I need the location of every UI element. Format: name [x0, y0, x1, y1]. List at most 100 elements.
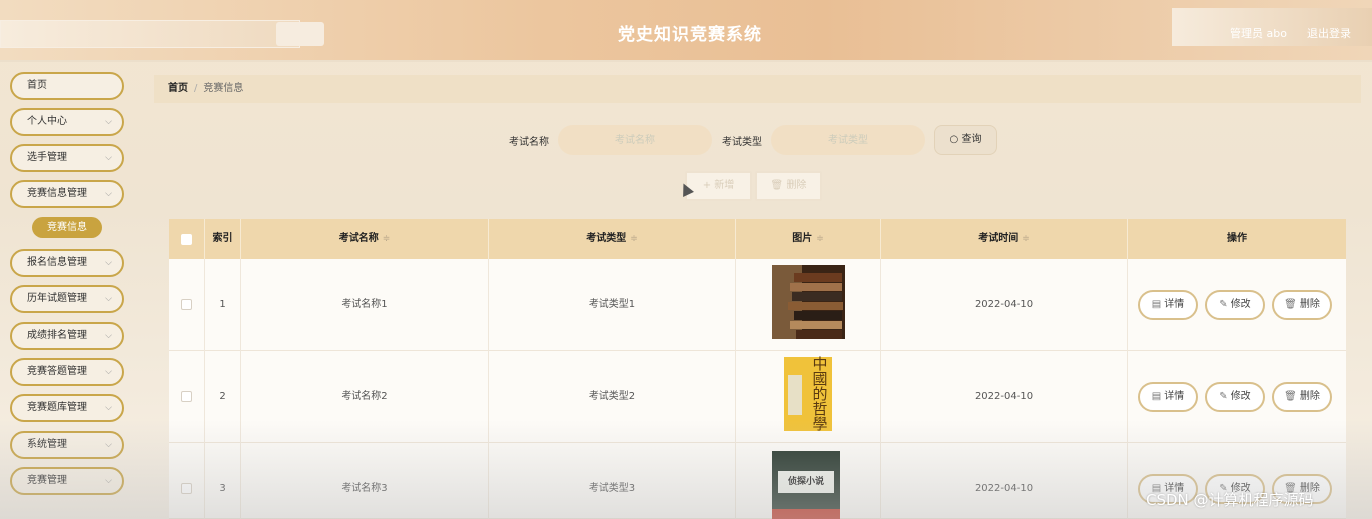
column-header-label: 考试时间: [978, 233, 1019, 244]
row-select-cell: [169, 259, 205, 351]
column-header-actions: 操作: [1128, 219, 1346, 259]
detail-button[interactable]: ▤ 详情: [1138, 382, 1198, 412]
sidebar-item-players[interactable]: 选手管理 ⌵: [10, 144, 124, 172]
sort-icon[interactable]: ≑: [816, 234, 824, 244]
exam-type-label: 考试类型: [722, 137, 762, 148]
exam-name-input[interactable]: [558, 125, 712, 155]
breadcrumb-home[interactable]: 首页: [168, 83, 188, 94]
app-title: 党史知识竞赛系统: [618, 25, 762, 45]
column-header-time[interactable]: 考试时间 ≑: [881, 219, 1128, 259]
search-button-label: 查询: [961, 134, 982, 145]
current-user: 管理员 abo: [1230, 27, 1287, 40]
edit-button[interactable]: ✎ 修改: [1205, 290, 1265, 320]
row-actions: ▤ 详情 ✎ 修改 🗑 删除: [1128, 351, 1346, 443]
sidebar-item-past-questions[interactable]: 历年试题管理 ⌵: [10, 285, 124, 313]
edit-button[interactable]: ✎ 修改: [1205, 382, 1265, 412]
chevron-down-icon: ⌵: [105, 476, 112, 486]
sidebar-item-registration[interactable]: 报名信息管理 ⌵: [10, 249, 124, 277]
row-image-cell: 中國的哲學: [736, 351, 881, 443]
sidebar-item-label: 成绩排名管理: [27, 330, 87, 341]
chevron-down-icon: ⌵: [105, 403, 112, 413]
chevron-down-icon: ⌵: [105, 331, 112, 341]
row-exam-time: 2022-04-10: [881, 259, 1128, 351]
chevron-down-icon: ⌵: [105, 367, 112, 377]
book-title-text: 中國的哲學: [812, 355, 828, 433]
row-select-cell: [169, 351, 205, 443]
search-icon: ○: [949, 134, 959, 145]
row-exam-type: 考试类型1: [489, 259, 736, 351]
column-header-label: 考试名称: [338, 233, 379, 244]
header-select-all: [169, 219, 205, 259]
document-icon: ▤: [1151, 299, 1162, 310]
breadcrumb: 首页 / 竞赛信息: [154, 75, 1361, 103]
logout-link[interactable]: 退出登录: [1307, 25, 1351, 41]
stacked-books-image[interactable]: [772, 265, 845, 339]
delete-button[interactable]: 🗑 删除: [1272, 290, 1332, 320]
document-icon: ▤: [1151, 391, 1162, 402]
chevron-down-icon: ⌵: [105, 153, 112, 163]
row-image-cell: [736, 259, 881, 351]
column-header-index: 索引: [205, 219, 241, 259]
sidebar-item-home[interactable]: 首页: [10, 72, 124, 100]
row-exam-name: 考试名称2: [241, 351, 489, 443]
sort-icon[interactable]: ≑: [383, 234, 391, 244]
batch-delete-label: 删除: [786, 180, 807, 191]
sidebar-item-system[interactable]: 系统管理 ⌵: [10, 431, 124, 459]
table-row: 1 考试名称1 考试类型1 2022-04-10 ▤ 详情 ✎ 修改 🗑 删除: [169, 259, 1346, 351]
sidebar-item-label: 个人中心: [27, 116, 67, 127]
pencil-icon: ✎: [1219, 299, 1228, 310]
sidebar-item-question-bank[interactable]: 竞赛题库管理 ⌵: [10, 394, 124, 422]
row-exam-type: 考试类型3: [489, 443, 736, 519]
detail-label: 详情: [1164, 391, 1185, 402]
chinese-philosophy-book-image[interactable]: 中國的哲學: [784, 355, 832, 433]
sidebar-item-label: 报名信息管理: [27, 257, 87, 268]
header-decoration-left: [0, 20, 300, 48]
header-decoration-left-2: [276, 22, 324, 46]
column-header-name[interactable]: 考试名称 ≑: [241, 219, 489, 259]
row-index: 3: [205, 443, 241, 519]
sidebar-item-label: 系统管理: [27, 439, 67, 450]
sort-icon[interactable]: ≑: [630, 234, 638, 244]
sidebar-item-answers[interactable]: 竞赛答题管理 ⌵: [10, 358, 124, 386]
sort-icon[interactable]: ≑: [1022, 234, 1030, 244]
column-header-image[interactable]: 图片 ≑: [736, 219, 881, 259]
sidebar-item-label: 首页: [27, 80, 47, 91]
detective-novel-book-image[interactable]: 侦探小说: [772, 451, 840, 519]
row-image-cell: 侦探小说: [736, 443, 881, 519]
column-header-label: 操作: [1227, 233, 1247, 244]
trash-icon: 🗑: [1284, 391, 1297, 402]
chevron-down-icon: ⌵: [105, 117, 112, 127]
sidebar-subitem-contest-info[interactable]: 竞赛信息: [32, 217, 102, 238]
row-exam-time: 2022-04-10: [881, 443, 1128, 519]
column-header-label: 索引: [212, 233, 233, 244]
table-header: 索引 考试名称 ≑ 考试类型 ≑ 图片 ≑ 考试时间 ≑ 操作: [169, 219, 1346, 259]
book-label-strip: [788, 375, 802, 415]
sidebar-item-label: 竞赛答题管理: [27, 366, 87, 377]
delete-label: 删除: [1299, 391, 1320, 402]
sidebar-item-label: 竞赛信息管理: [27, 188, 87, 199]
sidebar-item-profile[interactable]: 个人中心 ⌵: [10, 108, 124, 136]
row-checkbox[interactable]: [181, 299, 192, 310]
sidebar-item-contest[interactable]: 竞赛管理 ⌵: [10, 467, 124, 495]
column-header-type[interactable]: 考试类型 ≑: [489, 219, 736, 259]
select-all-checkbox[interactable]: [181, 234, 192, 245]
column-header-label: 图片: [792, 233, 813, 244]
breadcrumb-separator: /: [194, 83, 198, 94]
watermark: CSDN @计算机程序源码: [1146, 491, 1314, 509]
exam-name-label: 考试名称: [509, 137, 549, 148]
row-exam-name: 考试名称1: [241, 259, 489, 351]
sidebar-item-contest-info[interactable]: 竞赛信息管理 ⌵: [10, 180, 124, 208]
search-button[interactable]: ○ 查询: [934, 125, 997, 155]
chevron-down-icon: ⌵: [105, 294, 112, 304]
sidebar-item-rankings[interactable]: 成绩排名管理 ⌵: [10, 322, 124, 350]
exam-type-input[interactable]: [771, 125, 925, 155]
delete-label: 删除: [1299, 299, 1320, 310]
row-checkbox[interactable]: [181, 483, 192, 494]
batch-delete-button[interactable]: 🗑 删除: [755, 171, 822, 201]
trash-icon: 🗑: [1284, 299, 1297, 310]
add-button[interactable]: + 新增: [685, 171, 752, 201]
delete-button[interactable]: 🗑 删除: [1272, 382, 1332, 412]
row-checkbox[interactable]: [181, 391, 192, 402]
detail-button[interactable]: ▤ 详情: [1138, 290, 1198, 320]
row-actions: ▤ 详情 ✎ 修改 🗑 删除: [1128, 259, 1346, 351]
